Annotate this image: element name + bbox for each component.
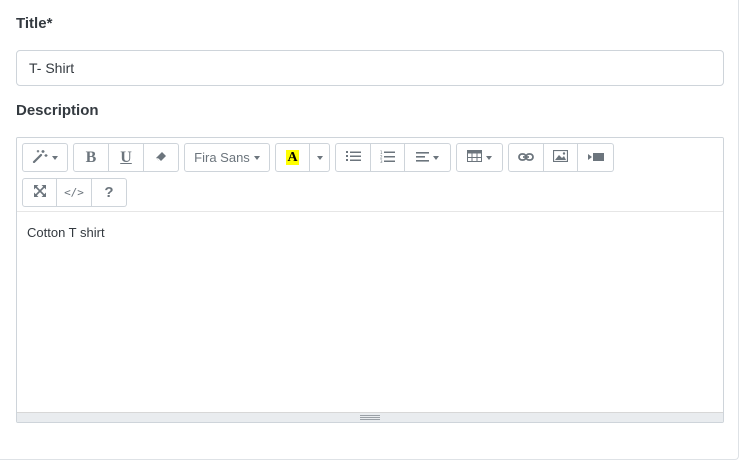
fullscreen-button[interactable] — [22, 178, 57, 207]
table-icon — [467, 150, 482, 165]
text-color-button[interactable]: A — [275, 143, 310, 172]
ordered-list-button[interactable]: 1 2 3 — [371, 143, 405, 172]
insert-video-button[interactable] — [578, 143, 614, 172]
unordered-list-icon — [345, 150, 361, 165]
video-icon — [587, 151, 604, 165]
code-view-label: </> — [64, 186, 84, 199]
highlight-color-icon: A — [286, 150, 299, 165]
title-label: Title* — [16, 15, 53, 32]
chevron-down-icon — [52, 155, 58, 160]
editor-content[interactable]: Cotton T shirt — [17, 213, 723, 411]
font-family-dropdown[interactable]: Fira Sans — [184, 143, 270, 172]
rich-text-editor: B U Fira Sans A 1 2 3 </> ? Cotton T shi… — [16, 137, 724, 423]
form-card: Title* Description — [0, 0, 739, 460]
paragraph-align-dropdown[interactable] — [405, 143, 451, 172]
title-input[interactable] — [16, 50, 724, 86]
insert-image-button[interactable] — [544, 143, 578, 172]
chevron-down-icon — [253, 155, 260, 160]
magic-wand-icon — [32, 149, 48, 166]
description-text: Cotton T shirt — [27, 225, 105, 240]
help-button[interactable]: ? — [92, 178, 127, 207]
unordered-list-button[interactable] — [335, 143, 371, 172]
color-dropdown-button[interactable] — [310, 143, 330, 172]
resize-grip-icon[interactable] — [360, 415, 380, 420]
help-label: ? — [104, 184, 114, 201]
svg-text:3: 3 — [380, 159, 383, 163]
clear-format-button[interactable] — [144, 143, 179, 172]
expand-icon — [33, 185, 46, 200]
description-label: Description — [16, 102, 99, 119]
ordered-list-icon: 1 2 3 — [380, 150, 395, 166]
align-left-icon — [416, 151, 429, 165]
font-family-label: Fira Sans — [194, 150, 250, 165]
editor-toolbar: B U Fira Sans A 1 2 3 </> ? — [17, 138, 723, 212]
table-dropdown-button[interactable] — [456, 143, 503, 172]
underline-button[interactable]: U — [109, 143, 144, 172]
bold-button[interactable]: B — [73, 143, 109, 172]
chevron-down-icon — [316, 155, 323, 160]
editor-resize-bar[interactable] — [17, 412, 723, 422]
eraser-icon — [155, 150, 168, 165]
chevron-down-icon — [486, 155, 492, 160]
style-dropdown-button[interactable] — [22, 143, 68, 172]
insert-link-button[interactable] — [508, 143, 544, 172]
bold-label: B — [85, 148, 97, 166]
code-view-button[interactable]: </> — [57, 178, 92, 207]
image-icon — [552, 149, 569, 165]
link-icon — [518, 151, 534, 165]
underline-label: U — [120, 148, 132, 166]
chevron-down-icon — [433, 155, 439, 160]
